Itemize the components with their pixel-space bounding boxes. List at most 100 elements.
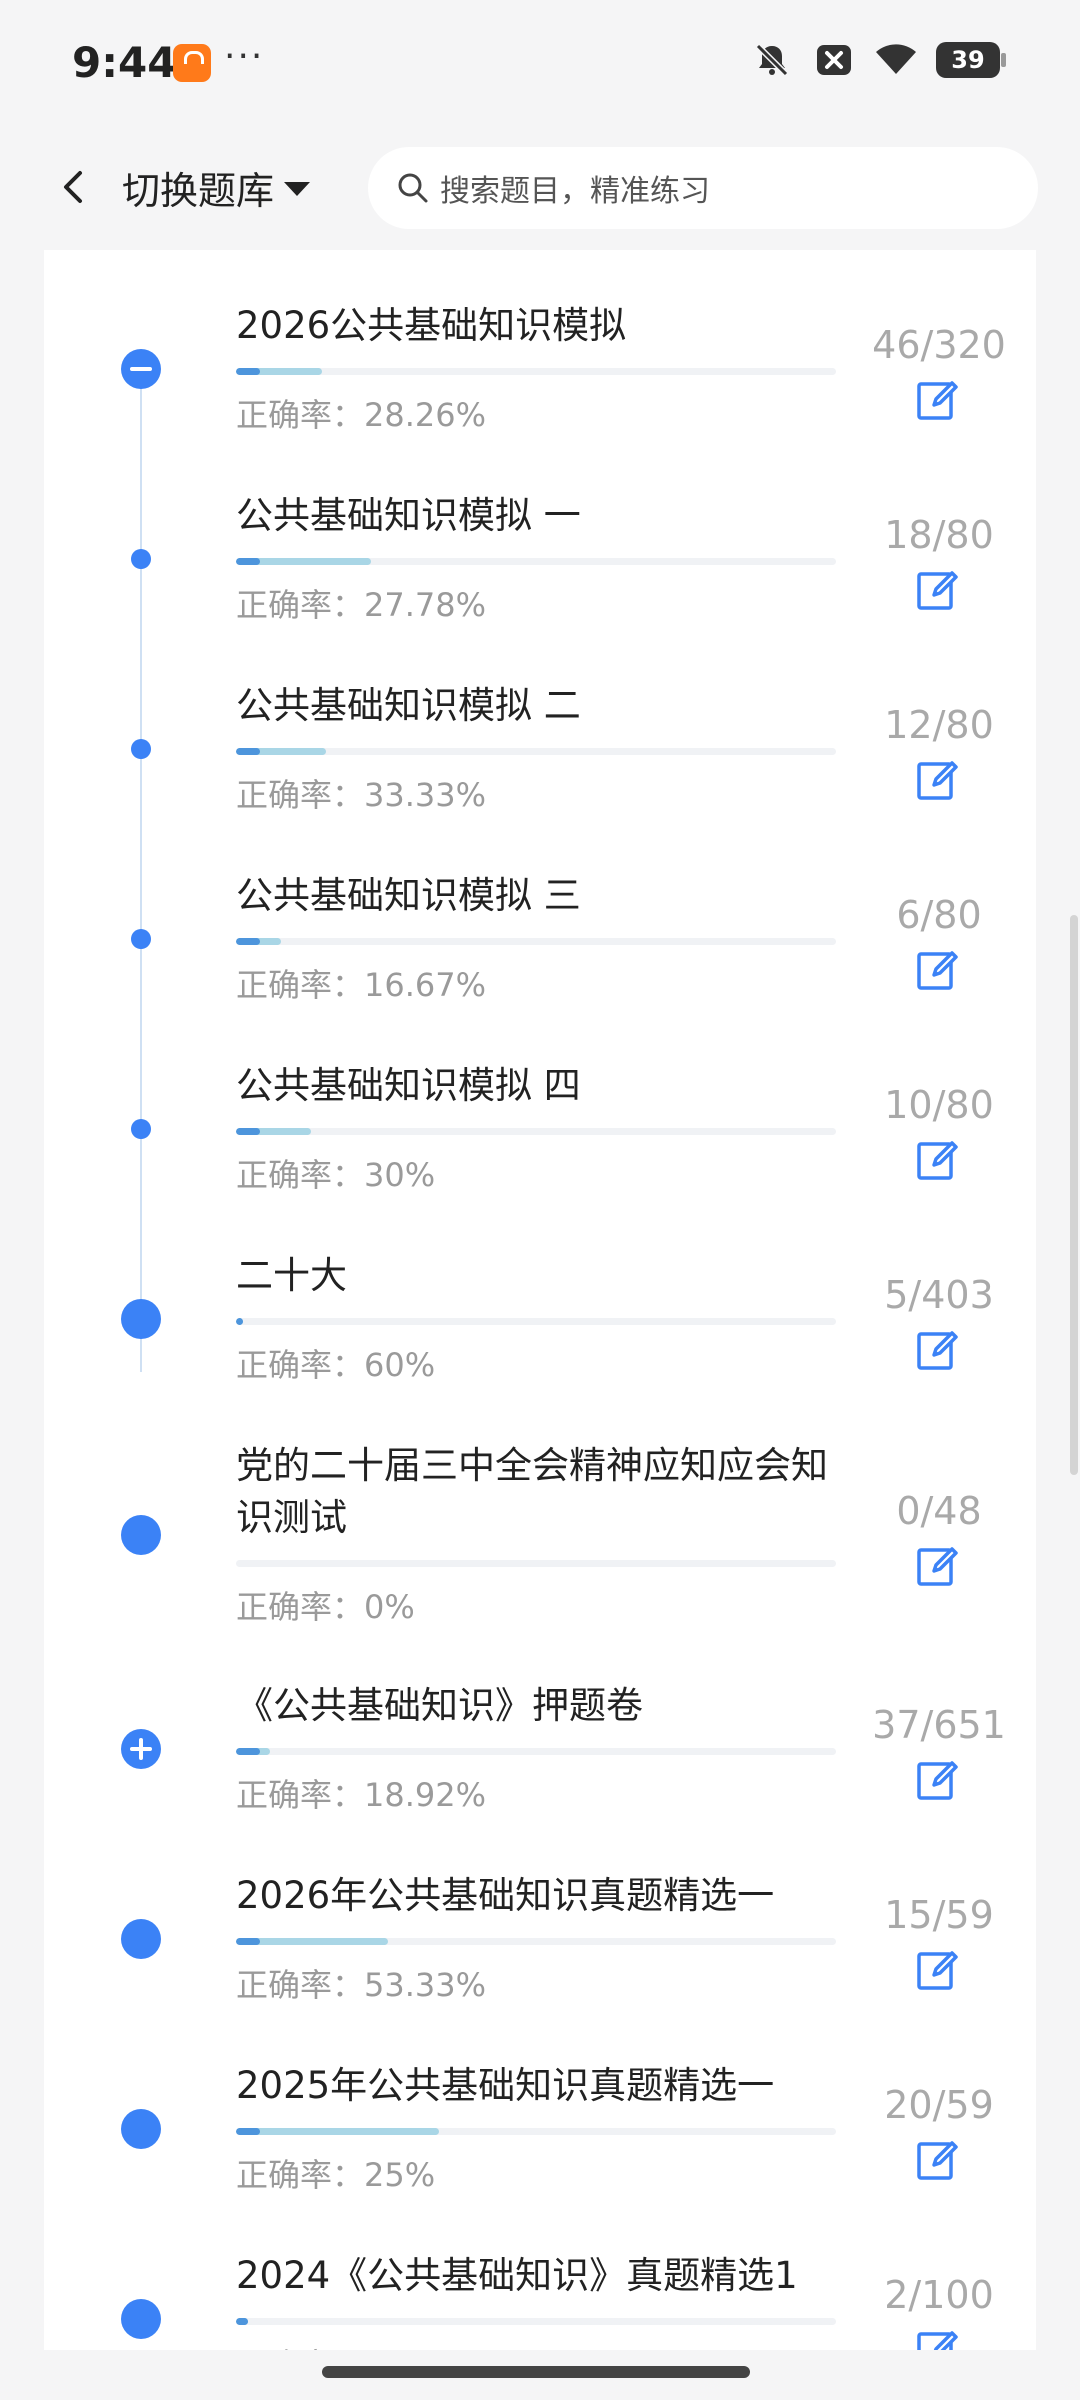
item-title: 公共基础知识模拟 四 <box>236 1064 581 1107</box>
switch-bank-button[interactable]: 切换题库 <box>122 159 311 215</box>
top-header: 切换题库 搜索题目，精准练习 <box>0 125 1080 250</box>
timeline-dot-icon <box>131 739 151 759</box>
category-dot-icon <box>121 2109 161 2149</box>
edit-practice-icon[interactable] <box>914 1325 962 1373</box>
accuracy-text: 正确率：25% <box>236 2150 435 2196</box>
accuracy-text: 正确率：60% <box>236 1340 435 1386</box>
status-bar: 9:44 ··· 39 <box>0 0 1080 125</box>
accuracy-value: 27.78% <box>364 586 487 624</box>
list-item[interactable]: 公共基础知识模拟 一正确率：27.78% 18/80 <box>44 480 1036 670</box>
category-dot-icon <box>121 2299 161 2339</box>
search-placeholder: 搜索题目，精准练习 <box>440 174 710 209</box>
accuracy-value: 16.67% <box>364 966 487 1004</box>
battery-level: 39 <box>951 46 985 74</box>
edit-practice-icon[interactable] <box>914 1541 962 1589</box>
progress-fill <box>236 938 281 945</box>
item-title: 二十大 <box>236 1254 347 1297</box>
progress-fill <box>236 1748 270 1755</box>
edit-practice-icon[interactable] <box>914 755 962 803</box>
timeline-dot-icon <box>131 929 151 949</box>
progress-bar <box>236 1128 836 1135</box>
accuracy-text: 正确率：50% <box>236 2340 435 2350</box>
progress-bar <box>236 1938 836 1945</box>
progress-fill <box>236 748 326 755</box>
accuracy-value: 60% <box>364 1346 436 1384</box>
mute-bell-icon <box>750 38 794 82</box>
accuracy-label: 正确率： <box>236 2346 364 2350</box>
progress-fill <box>236 1318 243 1325</box>
more-dots: ··· <box>224 36 265 77</box>
list-item[interactable]: 党的二十届三中全会精神应知应会知识测试正确率：0% 0/48 <box>44 1430 1036 1626</box>
accuracy-label: 正确率： <box>236 2156 365 2194</box>
list-item[interactable]: 公共基础知识模拟 四正确率：30% 10/80 <box>44 1050 1036 1240</box>
gesture-bar[interactable] <box>322 2366 750 2378</box>
accuracy-text: 正确率：16.67% <box>236 960 486 1006</box>
category-dot-icon <box>121 1299 161 1339</box>
accuracy-text: 正确率：27.78% <box>236 580 486 626</box>
list-item[interactable]: 2024《公共基础知识》真题精选1 正确率：50% 2/100 <box>44 2240 1036 2350</box>
progress-bar <box>236 2318 836 2325</box>
edit-practice-icon[interactable] <box>914 945 962 993</box>
accuracy-label: 正确率： <box>236 1776 365 1814</box>
progress-bar <box>236 1318 836 1325</box>
accuracy-value: 0% <box>364 1588 415 1626</box>
list-item[interactable]: 公共基础知识模拟 三正确率：16.67% 6/80 <box>44 860 1036 1050</box>
accuracy-label: 正确率： <box>236 396 365 434</box>
edit-practice-icon[interactable] <box>914 375 962 423</box>
item-title: 2026年公共基础知识真题精选一 <box>236 1874 775 1917</box>
item-title: 公共基础知识模拟 一 <box>236 494 581 537</box>
accuracy-value: 53.33% <box>364 1966 487 2004</box>
back-button[interactable] <box>44 157 104 217</box>
progress-fill <box>236 368 322 375</box>
expand-plus-icon[interactable] <box>121 1729 161 1769</box>
list-item[interactable]: 2026年公共基础知识真题精选一 正确率：53.33% 15/59 <box>44 1860 1036 2050</box>
status-time: 9:44 <box>72 38 177 87</box>
accuracy-text: 正确率：0% <box>236 1582 415 1628</box>
list-item[interactable]: 公共基础知识模拟 二正确率：33.33% 12/80 <box>44 670 1036 860</box>
edit-practice-icon[interactable] <box>914 2325 962 2350</box>
search-input[interactable]: 搜索题目，精准练习 <box>368 147 1038 229</box>
edit-practice-icon[interactable] <box>914 1755 962 1803</box>
collapse-minus-icon[interactable] <box>121 349 161 389</box>
accuracy-value: 28.26% <box>364 396 487 434</box>
edit-practice-icon[interactable] <box>914 2135 962 2183</box>
item-title: 党的二十届三中全会精神应知应会知识测试 <box>236 1444 828 1539</box>
accuracy-label: 正确率： <box>236 776 365 814</box>
item-title: 公共基础知识模拟 二 <box>236 684 581 727</box>
scrollbar[interactable] <box>1070 915 1078 1475</box>
category-dot-icon <box>121 1919 161 1959</box>
accuracy-text: 正确率：30% <box>236 1150 435 1196</box>
list-item[interactable]: 二十大正确率：60% 5/403 <box>44 1240 1036 1430</box>
progress-count: 0/48 <box>896 1489 982 1533</box>
accuracy-value: 33.33% <box>364 776 487 814</box>
status-icons: 39 <box>750 38 1006 82</box>
progress-count: 12/80 <box>884 703 994 747</box>
item-title: 公共基础知识模拟 三 <box>236 874 581 917</box>
edit-practice-icon[interactable] <box>914 1135 962 1183</box>
accuracy-value: 25% <box>364 2156 436 2194</box>
app-store-icon <box>173 44 211 82</box>
progress-bar <box>236 938 836 945</box>
wifi-icon <box>874 38 918 82</box>
progress-bar <box>236 558 836 565</box>
timeline-dot-icon <box>131 549 151 569</box>
progress-bar <box>236 2128 836 2135</box>
list-item[interactable]: 2026公共基础知识模拟 正确率：28.26% 46/320 <box>44 290 1036 480</box>
item-title: 2026公共基础知识模拟 <box>236 304 627 347</box>
battery-icon: 39 <box>936 42 1006 78</box>
accuracy-text: 正确率：28.26% <box>236 390 486 436</box>
edit-practice-icon[interactable] <box>914 1945 962 1993</box>
timeline-dot-icon <box>131 1119 151 1139</box>
progress-count: 46/320 <box>872 323 1006 367</box>
progress-fill <box>236 1938 388 1945</box>
progress-count: 10/80 <box>884 1083 994 1127</box>
list-item[interactable]: 2025年公共基础知识真题精选一 正确率：25% 20/59 <box>44 2050 1036 2240</box>
item-title: 《公共基础知识》押题卷 <box>236 1684 643 1727</box>
edit-practice-icon[interactable] <box>914 565 962 613</box>
item-title: 2025年公共基础知识真题精选一 <box>236 2064 775 2107</box>
caret-down-icon <box>284 182 311 196</box>
question-bank-list: 2026公共基础知识模拟 正确率：28.26% 46/320 公共基础知识模拟 一正确… <box>44 250 1036 2350</box>
progress-count: 20/59 <box>884 2083 994 2127</box>
list-item[interactable]: 《公共基础知识》押题卷 正确率：18.92% 37/651 <box>44 1670 1036 1860</box>
progress-count: 5/403 <box>884 1273 994 1317</box>
